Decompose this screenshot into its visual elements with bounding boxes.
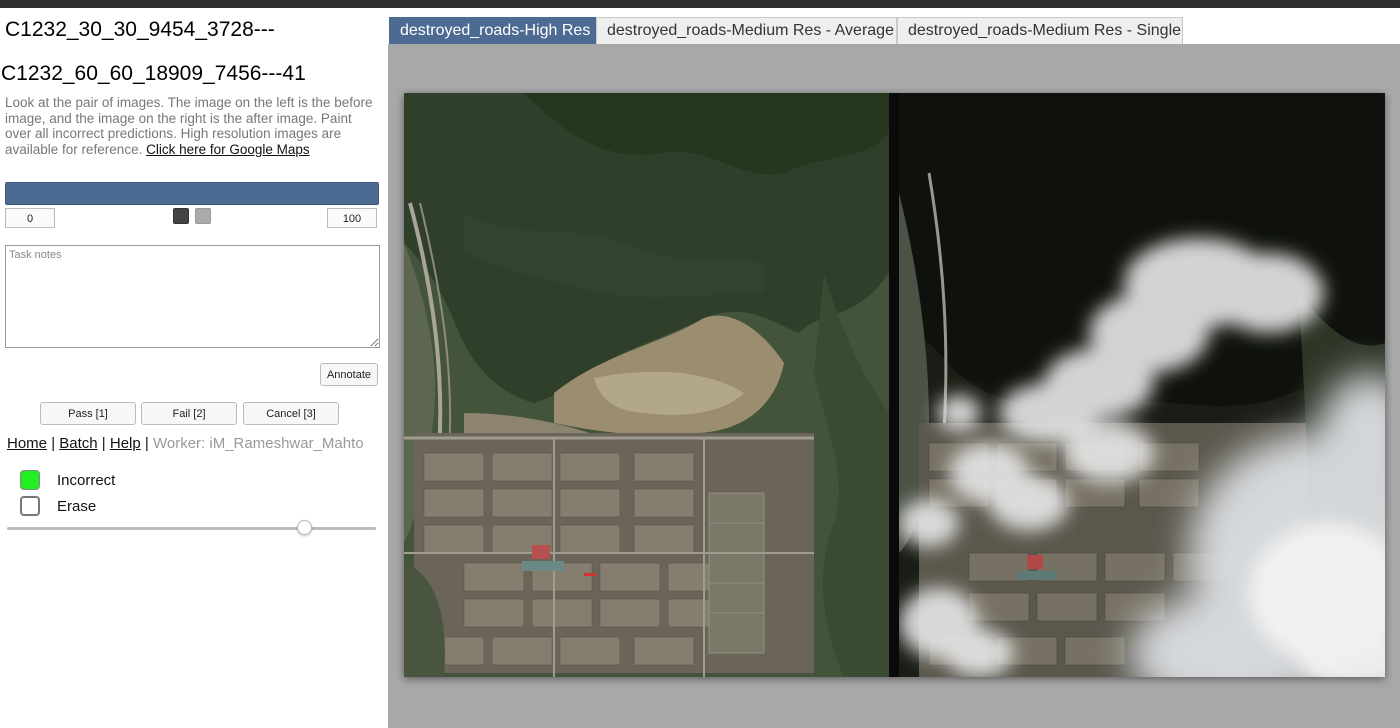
pass-button[interactable]: Pass [1]: [40, 402, 136, 425]
incorrect-option[interactable]: Incorrect: [20, 469, 115, 491]
help-link[interactable]: Help: [110, 435, 141, 452]
erase-label: Erase: [57, 497, 97, 515]
image-divider: [889, 93, 899, 677]
range-slider-bar[interactable]: [5, 182, 379, 205]
nav-separator: |: [144, 435, 149, 452]
incorrect-color-box[interactable]: [20, 470, 40, 490]
image-panel: destroyed_roads-High Res destroyed_roads…: [388, 8, 1400, 728]
home-link[interactable]: Home: [7, 435, 47, 452]
erase-color-box[interactable]: [20, 496, 40, 516]
tab-medium-res-single[interactable]: destroyed_roads-Medium Res - Single: [897, 17, 1183, 44]
brush-size-slider[interactable]: [7, 527, 376, 530]
annotate-button[interactable]: Annotate: [320, 363, 378, 386]
after-image[interactable]: [899, 93, 1385, 677]
task-title-secondary: C1232_60_60_18909_7456---41: [1, 62, 306, 85]
batch-link[interactable]: Batch: [59, 435, 97, 452]
erase-option[interactable]: Erase: [20, 495, 96, 517]
instructions: Look at the pair of images. The image on…: [5, 95, 377, 157]
worker-label: Worker: iM_Rameshwar_Mahto: [152, 435, 364, 452]
task-title-primary: C1232_30_30_9454_3728---: [5, 18, 275, 41]
brush-size-thumb[interactable]: [297, 520, 312, 535]
nav-separator: |: [101, 435, 106, 452]
nav-links: Home | Batch | Help | Worker: iM_Rameshw…: [7, 435, 364, 452]
dark-swatch[interactable]: [173, 208, 189, 224]
range-max-field[interactable]: 100: [327, 208, 377, 228]
light-swatch[interactable]: [195, 208, 211, 224]
range-min-field[interactable]: 0: [5, 208, 55, 228]
cancel-button[interactable]: Cancel [3]: [243, 402, 339, 425]
fail-button[interactable]: Fail [2]: [141, 402, 237, 425]
before-image[interactable]: [404, 93, 889, 677]
tab-high-res[interactable]: destroyed_roads-High Res: [389, 17, 596, 44]
image-viewer[interactable]: [404, 93, 1385, 677]
task-notes-input[interactable]: [5, 245, 380, 348]
top-bar: [0, 0, 1400, 8]
tab-medium-res-average[interactable]: destroyed_roads-Medium Res - Average: [596, 17, 897, 44]
incorrect-label: Incorrect: [57, 471, 116, 489]
google-maps-link[interactable]: Click here for Google Maps: [146, 142, 310, 157]
nav-separator: |: [51, 435, 56, 452]
control-panel: C1232_30_30_9454_3728--- C1232_60_60_189…: [0, 8, 388, 728]
tab-strip: destroyed_roads-High Res destroyed_roads…: [388, 8, 1400, 44]
